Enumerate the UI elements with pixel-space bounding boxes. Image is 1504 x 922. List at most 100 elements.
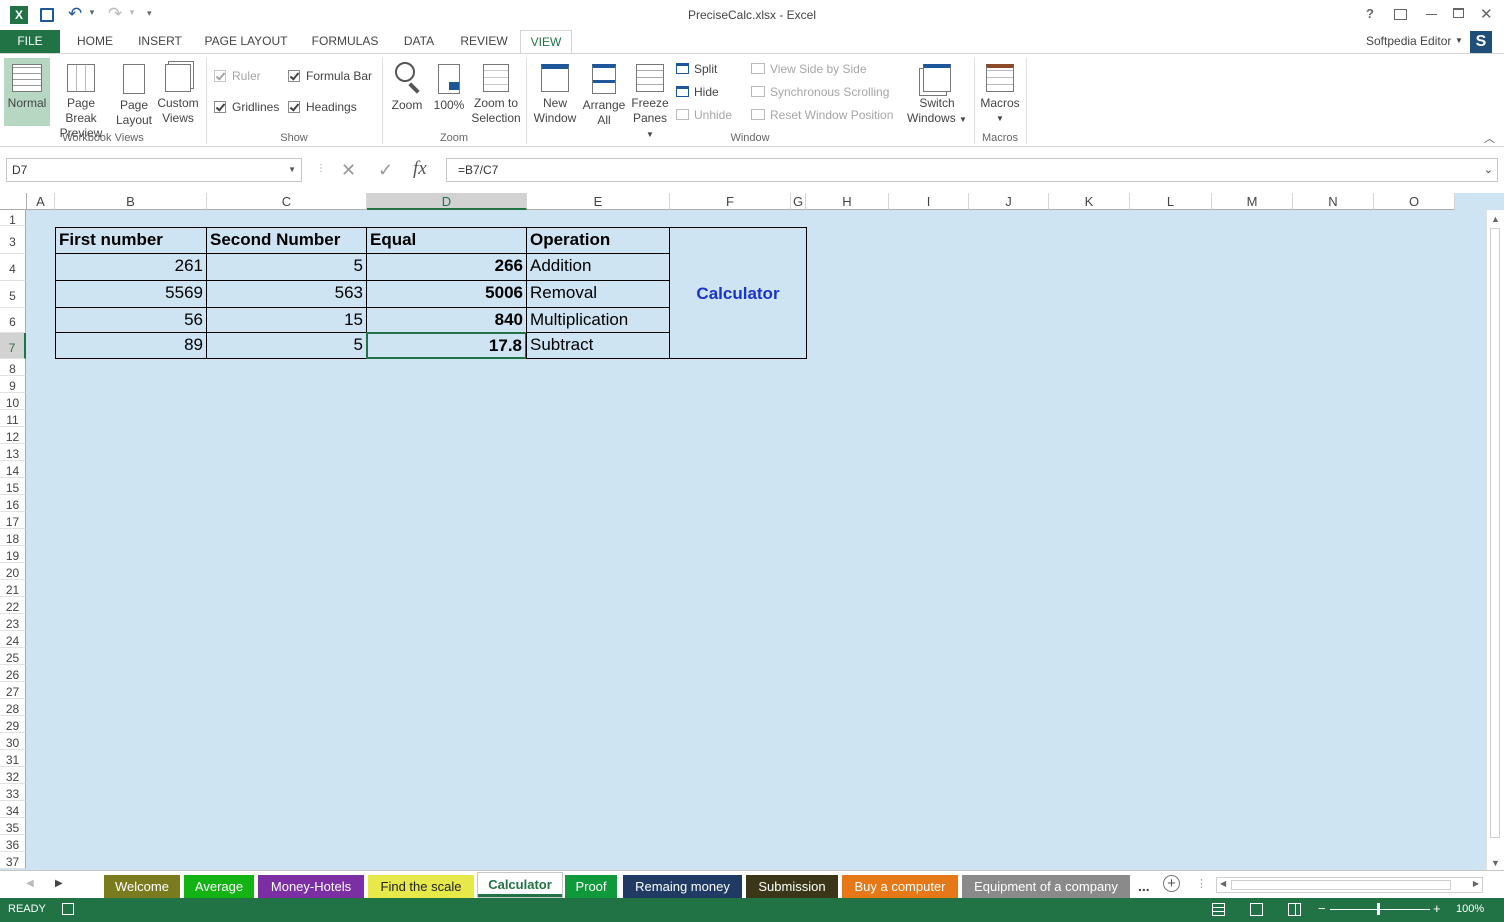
row-header-17[interactable]: 17 bbox=[0, 512, 26, 529]
user-dropdown-icon[interactable]: ▼ bbox=[1455, 36, 1463, 45]
avatar[interactable]: S bbox=[1470, 31, 1492, 53]
column-header-g[interactable]: G bbox=[791, 193, 806, 210]
formula-bar-checkbox[interactable]: Formula Bar bbox=[288, 67, 372, 85]
zoom-slider[interactable] bbox=[1330, 909, 1430, 910]
row-header-14[interactable]: 14 bbox=[0, 461, 26, 478]
user-name[interactable]: Softpedia Editor bbox=[1366, 34, 1451, 48]
cell-c7[interactable]: 5 bbox=[206, 332, 367, 359]
tab-view[interactable]: VIEW bbox=[520, 30, 572, 54]
tab-insert[interactable]: INSERT bbox=[130, 30, 190, 53]
cell-d4[interactable]: 266 bbox=[366, 253, 527, 281]
zoom-out-icon[interactable]: − bbox=[1318, 901, 1326, 916]
row-header-1[interactable]: 1 bbox=[0, 210, 26, 227]
arrange-all-button[interactable]: Arrange All bbox=[580, 58, 628, 128]
cell-e6[interactable]: Multiplication bbox=[526, 307, 670, 333]
row-header-18[interactable]: 18 bbox=[0, 529, 26, 546]
column-header-m[interactable]: M bbox=[1212, 193, 1293, 210]
headings-checkbox[interactable]: Headings bbox=[288, 98, 357, 116]
macro-record-icon[interactable] bbox=[62, 903, 74, 915]
scroll-thumb[interactable] bbox=[1490, 228, 1500, 838]
column-header-i[interactable]: I bbox=[889, 193, 969, 210]
row-header-28[interactable]: 28 bbox=[0, 699, 26, 716]
tab-page-layout[interactable]: PAGE LAYOUT bbox=[198, 30, 294, 53]
formula-input[interactable]: =B7/C7 ⌄ bbox=[446, 158, 1498, 182]
header-second-number[interactable]: Second Number bbox=[206, 227, 367, 254]
column-header-h[interactable]: H bbox=[806, 193, 889, 210]
row-header-13[interactable]: 13 bbox=[0, 444, 26, 461]
sheet-tab-calculator[interactable]: Calculator bbox=[478, 873, 562, 897]
cell-c5[interactable]: 563 bbox=[206, 280, 367, 308]
switch-windows-button[interactable]: Switch Windows ▼ bbox=[906, 58, 968, 127]
row-header-31[interactable]: 31 bbox=[0, 750, 26, 767]
select-all-corner[interactable] bbox=[0, 193, 27, 210]
row-header-24[interactable]: 24 bbox=[0, 631, 26, 648]
add-sheet-icon[interactable]: + bbox=[1163, 875, 1180, 892]
hide-button[interactable]: Hide bbox=[676, 83, 719, 101]
insert-function-icon[interactable]: fx bbox=[413, 158, 427, 180]
tab-data[interactable]: DATA bbox=[394, 30, 444, 53]
row-header-7[interactable]: 7 bbox=[0, 333, 26, 359]
help-icon[interactable]: ? bbox=[1366, 6, 1374, 21]
collapse-ribbon-icon[interactable]: ︿ bbox=[1484, 130, 1495, 146]
horizontal-scrollbar[interactable]: ◀ ▶ bbox=[1216, 877, 1483, 893]
row-header-29[interactable]: 29 bbox=[0, 716, 26, 733]
column-header-l[interactable]: L bbox=[1130, 193, 1212, 210]
cell-c4[interactable]: 5 bbox=[206, 253, 367, 281]
view-side-by-side-button[interactable]: View Side by Side bbox=[751, 60, 867, 78]
split-button[interactable]: Split bbox=[676, 60, 717, 78]
row-header-27[interactable]: 27 bbox=[0, 682, 26, 699]
column-header-n[interactable]: N bbox=[1293, 193, 1374, 210]
ribbon-display-options-icon[interactable] bbox=[1394, 9, 1407, 20]
normal-view-button[interactable]: Normal bbox=[4, 58, 50, 126]
row-header-4[interactable]: 4 bbox=[0, 254, 26, 281]
zoom-slider-thumb[interactable] bbox=[1377, 903, 1380, 915]
column-header-e[interactable]: E bbox=[527, 193, 670, 210]
tab-review[interactable]: REVIEW bbox=[452, 30, 516, 53]
ruler-checkbox[interactable]: Ruler bbox=[214, 67, 261, 85]
column-header-d[interactable]: D bbox=[367, 193, 527, 210]
column-header-k[interactable]: K bbox=[1049, 193, 1130, 210]
scroll-up-icon[interactable]: ▲ bbox=[1487, 214, 1504, 224]
column-header-b[interactable]: B bbox=[55, 193, 207, 210]
column-header-f[interactable]: F bbox=[670, 193, 791, 210]
column-header-o[interactable]: O bbox=[1374, 193, 1455, 210]
sheet-tab-average[interactable]: Average bbox=[184, 875, 254, 898]
row-header-20[interactable]: 20 bbox=[0, 563, 26, 580]
column-header-c[interactable]: C bbox=[207, 193, 367, 210]
row-header-10[interactable]: 10 bbox=[0, 393, 26, 410]
row-header-26[interactable]: 26 bbox=[0, 665, 26, 682]
freeze-panes-button[interactable]: Freeze Panes ▼ bbox=[630, 58, 670, 142]
page-layout-button[interactable]: Page Layout bbox=[114, 58, 154, 128]
worksheet-grid[interactable]: ABCDEFGHIJKLMNO 1 3 4 5 6 7 8 9 10 11 12 13 14 15 16 17… bbox=[0, 193, 1504, 870]
sheet-tab-welcome[interactable]: Welcome bbox=[104, 875, 180, 898]
row-header-3[interactable]: 3 bbox=[0, 226, 26, 254]
row-header-12[interactable]: 12 bbox=[0, 427, 26, 444]
normal-view-status-icon[interactable] bbox=[1212, 903, 1225, 916]
row-header-19[interactable]: 19 bbox=[0, 546, 26, 563]
row-header-33[interactable]: 33 bbox=[0, 784, 26, 801]
reset-window-position-button[interactable]: Reset Window Position bbox=[751, 106, 893, 124]
row-header-36[interactable]: 36 bbox=[0, 835, 26, 852]
row-header-23[interactable]: 23 bbox=[0, 614, 26, 631]
cancel-entry-icon[interactable]: ✕ bbox=[341, 160, 356, 181]
row-header-21[interactable]: 21 bbox=[0, 580, 26, 597]
cell-b5[interactable]: 5569 bbox=[55, 280, 207, 308]
cell-b7[interactable]: 89 bbox=[55, 332, 207, 359]
sheet-tab-find-the-scale[interactable]: Find the scale bbox=[368, 875, 474, 898]
minimize-icon[interactable] bbox=[1426, 14, 1437, 15]
cell-d7-selected[interactable]: 17.8 bbox=[366, 332, 527, 359]
row-header-25[interactable]: 25 bbox=[0, 648, 26, 665]
row-header-35[interactable]: 35 bbox=[0, 818, 26, 835]
cell-e4[interactable]: Addition bbox=[526, 253, 670, 281]
row-header-15[interactable]: 15 bbox=[0, 478, 26, 495]
unhide-button[interactable]: Unhide bbox=[676, 106, 732, 124]
column-header-a[interactable]: A bbox=[27, 193, 55, 210]
zoom-100-button[interactable]: 100% bbox=[430, 58, 468, 113]
cell-d5[interactable]: 5006 bbox=[366, 280, 527, 308]
row-header-16[interactable]: 16 bbox=[0, 495, 26, 512]
cell-b4[interactable]: 261 bbox=[55, 253, 207, 281]
vertical-scrollbar[interactable]: ▲ ▼ bbox=[1486, 210, 1504, 870]
row-header-8[interactable]: 8 bbox=[0, 359, 26, 376]
zoom-button[interactable]: Zoom bbox=[386, 58, 428, 113]
cell-c6[interactable]: 15 bbox=[206, 307, 367, 333]
